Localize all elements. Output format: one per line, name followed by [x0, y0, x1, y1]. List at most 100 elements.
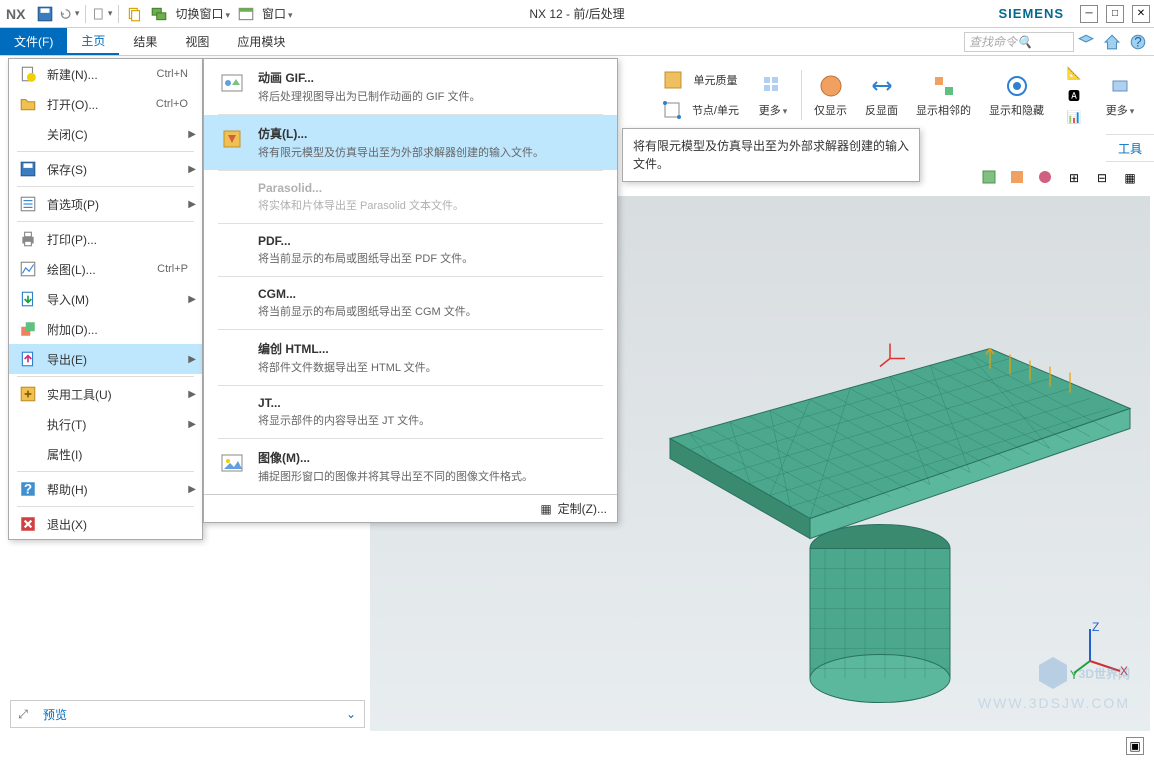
blank-icon: [218, 234, 246, 262]
tool-d[interactable]: ⊞: [1064, 168, 1084, 188]
preview-dropdown[interactable]: 预览⌄: [35, 706, 364, 723]
nx-logo: NX: [6, 6, 25, 22]
export-menu-gif[interactable]: 动画 GIF...将后处理视图导出为已制作动画的 GIF 文件。: [204, 59, 617, 114]
export-menu-jt[interactable]: JT...将显示部件的内容导出至 JT 文件。: [204, 386, 617, 438]
open-icon: [17, 93, 39, 115]
export-submenu: 动画 GIF...将后处理视图导出为已制作动画的 GIF 文件。仿真(L)...…: [203, 58, 618, 523]
addon-icon: [17, 318, 39, 340]
menu-bar: 文件(F) 主页 结果 视图 应用模块 查找命令 🔍 ?: [0, 28, 1154, 56]
more-label[interactable]: 更多: [759, 102, 788, 118]
window-button[interactable]: 窗口: [262, 5, 293, 22]
show-adj-icon[interactable]: [928, 72, 960, 100]
show-only-icon[interactable]: [815, 72, 847, 100]
blank-icon: [218, 340, 246, 368]
file-menu-prefs[interactable]: 首选项(P)▶: [9, 189, 202, 219]
blank-icon: [17, 413, 39, 435]
svg-text:Z: Z: [1092, 621, 1099, 634]
maximize-button[interactable]: □: [1106, 5, 1124, 23]
file-menu-utils[interactable]: 实用工具(U)▶: [9, 379, 202, 409]
file-menu-help[interactable]: ?帮助(H)▶: [9, 474, 202, 504]
save-icon: [17, 158, 39, 180]
undo-icon[interactable]: [59, 4, 79, 24]
grid-icon[interactable]: [757, 72, 789, 100]
help-icon: ?: [17, 478, 39, 500]
file-menu-new[interactable]: 新建(N)...Ctrl+N: [9, 59, 202, 89]
export-icon: [17, 348, 39, 370]
sim-icon-icon: [218, 125, 246, 153]
ribbon-tool-1[interactable]: 📐: [1064, 63, 1084, 83]
svg-text:?: ?: [24, 482, 32, 497]
home-icon[interactable]: [1102, 32, 1122, 52]
file-menu: 新建(N)...Ctrl+N打开(O)...Ctrl+O关闭(C)▶ 保存(S)▶…: [8, 58, 203, 540]
elem-quality-icon[interactable]: [657, 66, 689, 94]
window-icon[interactable]: [236, 4, 256, 24]
window-title: NX 12 - 前/后处理: [529, 5, 624, 22]
reverse-label: 反显面: [865, 102, 898, 118]
tool-b[interactable]: [1008, 168, 1028, 188]
copy-icon[interactable]: [125, 4, 145, 24]
export-menu-pdf[interactable]: PDF...将当前显示的布局或图纸导出至 PDF 文件。: [204, 224, 617, 276]
export-menu-parasolid: Parasolid...将实体和片体导出至 Parasolid 文本文件。: [204, 171, 617, 223]
title-bar: NX 切换窗口 窗口 NX 12 - 前/后处理 SIEMENS ─ □ ✕: [0, 0, 1154, 28]
sub-toolbar: 工具: [1106, 134, 1154, 162]
export-menu-image[interactable]: 图像(M)...捕捉图形窗口的图像并将其导出至不同的图像文件格式。: [204, 439, 617, 494]
file-menu-close[interactable]: 关闭(C)▶: [9, 119, 202, 149]
close-button[interactable]: ✕: [1132, 5, 1150, 23]
plot-icon: [17, 258, 39, 280]
file-menu-exit[interactable]: 退出(X): [9, 509, 202, 539]
minimize-button[interactable]: ─: [1080, 5, 1098, 23]
print-icon: [17, 228, 39, 250]
ribbon-toolbar: 单元质量 节点/单元 更多 仅显示 反显面 显示相邻的 显示和隐藏 📐🅰📊 更多: [638, 56, 1154, 134]
file-menu-print[interactable]: 打印(P)...: [9, 224, 202, 254]
file-menu-import[interactable]: 导入(M)▶: [9, 284, 202, 314]
new-icon: [17, 63, 39, 85]
reverse-icon[interactable]: [866, 72, 898, 100]
file-menu-addon[interactable]: 附加(D)...: [9, 314, 202, 344]
tool-f[interactable]: ▦: [1120, 168, 1140, 188]
tab-view[interactable]: 视图: [171, 28, 223, 55]
tab-home[interactable]: 主页: [67, 28, 119, 55]
show-only-label: 仅显示: [814, 102, 847, 118]
node-elem-label: 节点/单元: [692, 102, 739, 118]
show-hide-label: 显示和隐藏: [989, 102, 1044, 118]
more2-label[interactable]: 更多: [1106, 102, 1135, 118]
export-customize[interactable]: ▦定制(Z)...: [204, 494, 617, 522]
file-menu-save[interactable]: 保存(S)▶: [9, 154, 202, 184]
new-doc-icon[interactable]: [92, 4, 112, 24]
elem-quality-label: 单元质量: [693, 72, 737, 88]
switch-window-button[interactable]: 切换窗口: [175, 5, 230, 22]
export-menu-cgm[interactable]: CGM...将当前显示的布局或图纸导出至 CGM 文件。: [204, 277, 617, 329]
ribbon-tool-3[interactable]: 📊: [1064, 107, 1084, 127]
watermark: 3D世界网: [1035, 655, 1130, 691]
export-menu-html[interactable]: 编创 HTML...将部件文件数据导出至 HTML 文件。: [204, 330, 617, 385]
tool-c[interactable]: [1036, 168, 1056, 188]
tools-link[interactable]: 工具: [1118, 140, 1142, 157]
show-hide-icon[interactable]: [1001, 72, 1033, 100]
tab-file[interactable]: 文件(F): [0, 28, 67, 55]
file-menu-open[interactable]: 打开(O)...Ctrl+O: [9, 89, 202, 119]
file-menu-exec[interactable]: 执行(T)▶: [9, 409, 202, 439]
status-corner-icon[interactable]: ▣: [1126, 737, 1144, 755]
help-icon[interactable]: ?: [1128, 32, 1148, 52]
tooltip: 将有限元模型及仿真导出至为外部求解器创建的输入文件。: [622, 128, 920, 182]
tab-app[interactable]: 应用模块: [223, 28, 299, 55]
tool-e[interactable]: ⊟: [1092, 168, 1112, 188]
export-menu-sim[interactable]: 仿真(L)...将有限元模型及仿真导出至为外部求解器创建的输入文件。: [204, 115, 617, 170]
gif-icon-icon: [218, 69, 246, 97]
secondary-toolbar: ⊞ ⊟ ▦: [966, 164, 1154, 192]
ribbon-tool-2[interactable]: 🅰: [1064, 85, 1084, 105]
image-icon-icon: [218, 449, 246, 477]
tool-a[interactable]: [980, 168, 1000, 188]
node-elem-icon[interactable]: [656, 96, 688, 124]
switch-window-icon[interactable]: [149, 4, 169, 24]
file-menu-export[interactable]: 导出(E)▶: [9, 344, 202, 374]
more-icon[interactable]: [1104, 72, 1136, 100]
file-menu-plot[interactable]: 绘图(L)...Ctrl+P: [9, 254, 202, 284]
tab-results[interactable]: 结果: [119, 28, 171, 55]
blank-icon: [17, 123, 39, 145]
search-input[interactable]: 查找命令 🔍: [964, 32, 1074, 52]
file-menu-props[interactable]: 属性(I): [9, 439, 202, 469]
layers-icon[interactable]: [1076, 32, 1096, 52]
save-icon[interactable]: [35, 4, 55, 24]
nav-panel: ⤢ 预览⌄: [10, 700, 365, 728]
